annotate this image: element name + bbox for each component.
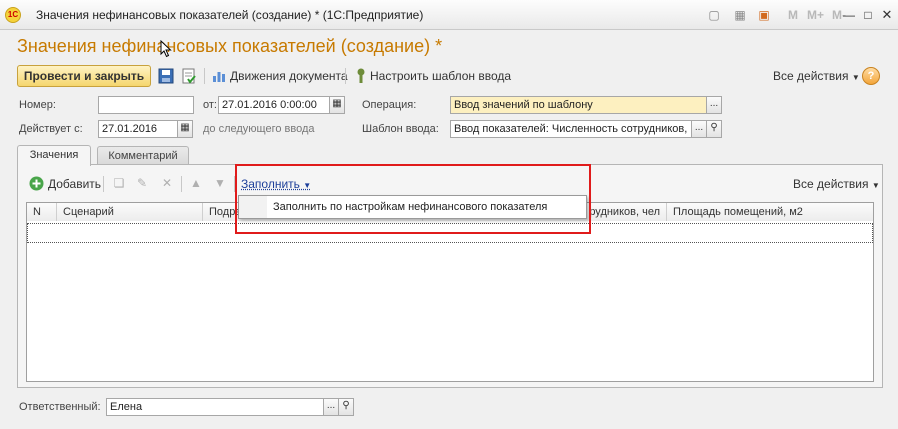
menu-icon-gutter bbox=[239, 196, 267, 218]
fill-dropdown-menu: Заполнить по настройкам нефинансового по… bbox=[238, 195, 587, 219]
minimize-icon[interactable]: — bbox=[841, 7, 857, 23]
number-label: Номер: bbox=[19, 99, 56, 111]
valid-from-field[interactable]: 27.01.2016 bbox=[98, 120, 178, 138]
chevron-down-icon: ▼ bbox=[871, 181, 880, 190]
fill-menu-label: Заполнить bbox=[241, 177, 300, 191]
toolbar-separator bbox=[181, 176, 182, 192]
add-button[interactable]: Добавить bbox=[48, 177, 101, 191]
all-actions-label: Все действия bbox=[773, 69, 849, 83]
document-movements-button[interactable]: Движения документа bbox=[230, 69, 348, 83]
responsible-select-button[interactable]: ... bbox=[323, 398, 339, 416]
table-all-actions-menu[interactable]: Все действия ▼ bbox=[793, 177, 880, 191]
post-document-icon[interactable] bbox=[181, 67, 197, 85]
operation-select-button[interactable]: ... bbox=[706, 96, 722, 114]
table-all-actions-label: Все действия bbox=[793, 177, 869, 191]
movements-icon bbox=[212, 69, 226, 83]
responsible-label: Ответственный: bbox=[19, 401, 101, 413]
until-next-label: до следующего ввода bbox=[203, 123, 315, 135]
responsible-field[interactable]: Елена bbox=[106, 398, 324, 416]
app-logo-icon: 1С bbox=[5, 7, 21, 23]
calendar-picker-icon[interactable]: ▦ bbox=[177, 120, 193, 138]
copy-icon[interactable]: ❏ bbox=[111, 175, 127, 191]
window-title: Значения нефинансовых показателей (созда… bbox=[36, 8, 424, 22]
toolbar-separator bbox=[345, 68, 346, 84]
window-titlebar: 1С Значения нефинансовых показателей (со… bbox=[0, 0, 898, 30]
tab-comment[interactable]: Комментарий bbox=[97, 146, 189, 166]
template-field[interactable]: Ввод показателей: Численность сотруднико… bbox=[450, 120, 692, 138]
tab-values[interactable]: Значения bbox=[17, 145, 91, 166]
column-header-scenario[interactable]: Сценарий bbox=[57, 203, 203, 221]
form-title: Значения нефинансовых показателей (созда… bbox=[17, 36, 443, 56]
search-icon[interactable]: ⚲ bbox=[338, 398, 354, 416]
menu-item-fill-by-settings[interactable]: Заполнить по настройкам нефинансового по… bbox=[273, 201, 547, 213]
setup-template-button[interactable]: Настроить шаблон ввода bbox=[370, 69, 511, 83]
post-and-close-button[interactable]: Провести и закрыть bbox=[17, 65, 151, 87]
values-table[interactable] bbox=[26, 221, 874, 382]
calendar-icon[interactable]: ▣ bbox=[756, 7, 772, 23]
edit-icon[interactable]: ✎ bbox=[134, 175, 150, 191]
move-down-icon[interactable]: ▼ bbox=[212, 175, 228, 191]
operation-label: Операция: bbox=[362, 99, 417, 111]
chevron-down-icon: ▼ bbox=[303, 181, 312, 190]
memory-button[interactable]: M bbox=[788, 8, 798, 22]
date-from-field[interactable]: 27.01.2016 0:00:00 bbox=[218, 96, 330, 114]
mouse-cursor-icon bbox=[160, 39, 172, 61]
valid-from-label: Действует с: bbox=[19, 123, 83, 135]
table-row[interactable] bbox=[27, 223, 873, 243]
template-select-button[interactable]: ... bbox=[691, 120, 707, 138]
wrench-icon bbox=[354, 68, 368, 84]
operation-field[interactable]: Ввод значений по шаблону bbox=[450, 96, 707, 114]
fill-menu-button[interactable]: Заполнить ▼ bbox=[241, 177, 311, 191]
delete-icon[interactable]: ✕ bbox=[159, 175, 175, 191]
maximize-icon[interactable]: □ bbox=[860, 7, 876, 23]
help-button[interactable]: ? bbox=[862, 67, 880, 85]
move-up-icon[interactable]: ▲ bbox=[188, 175, 204, 191]
calculator-icon[interactable]: ▦ bbox=[732, 7, 748, 23]
chevron-down-icon: ▼ bbox=[851, 73, 860, 82]
toolbar-separator bbox=[103, 176, 104, 192]
all-actions-menu[interactable]: Все действия ▼ bbox=[773, 69, 860, 83]
toolbar-separator bbox=[234, 176, 235, 192]
search-icon[interactable]: ⚲ bbox=[706, 120, 722, 138]
from-label: от: bbox=[203, 99, 217, 111]
toolbar-separator bbox=[204, 68, 205, 84]
calendar-picker-icon[interactable]: ▦ bbox=[329, 96, 345, 114]
add-icon bbox=[29, 176, 44, 191]
template-label: Шаблон ввода: bbox=[362, 123, 439, 135]
memory-plus-button[interactable]: M+ bbox=[807, 8, 824, 22]
number-field[interactable] bbox=[98, 96, 194, 114]
column-header-number[interactable]: N bbox=[27, 203, 57, 221]
column-header-area[interactable]: Площадь помещений, м2 bbox=[667, 203, 873, 221]
save-icon[interactable] bbox=[158, 68, 174, 84]
close-icon[interactable]: ✕ bbox=[879, 7, 895, 23]
document-icon[interactable]: ▢ bbox=[706, 7, 722, 23]
